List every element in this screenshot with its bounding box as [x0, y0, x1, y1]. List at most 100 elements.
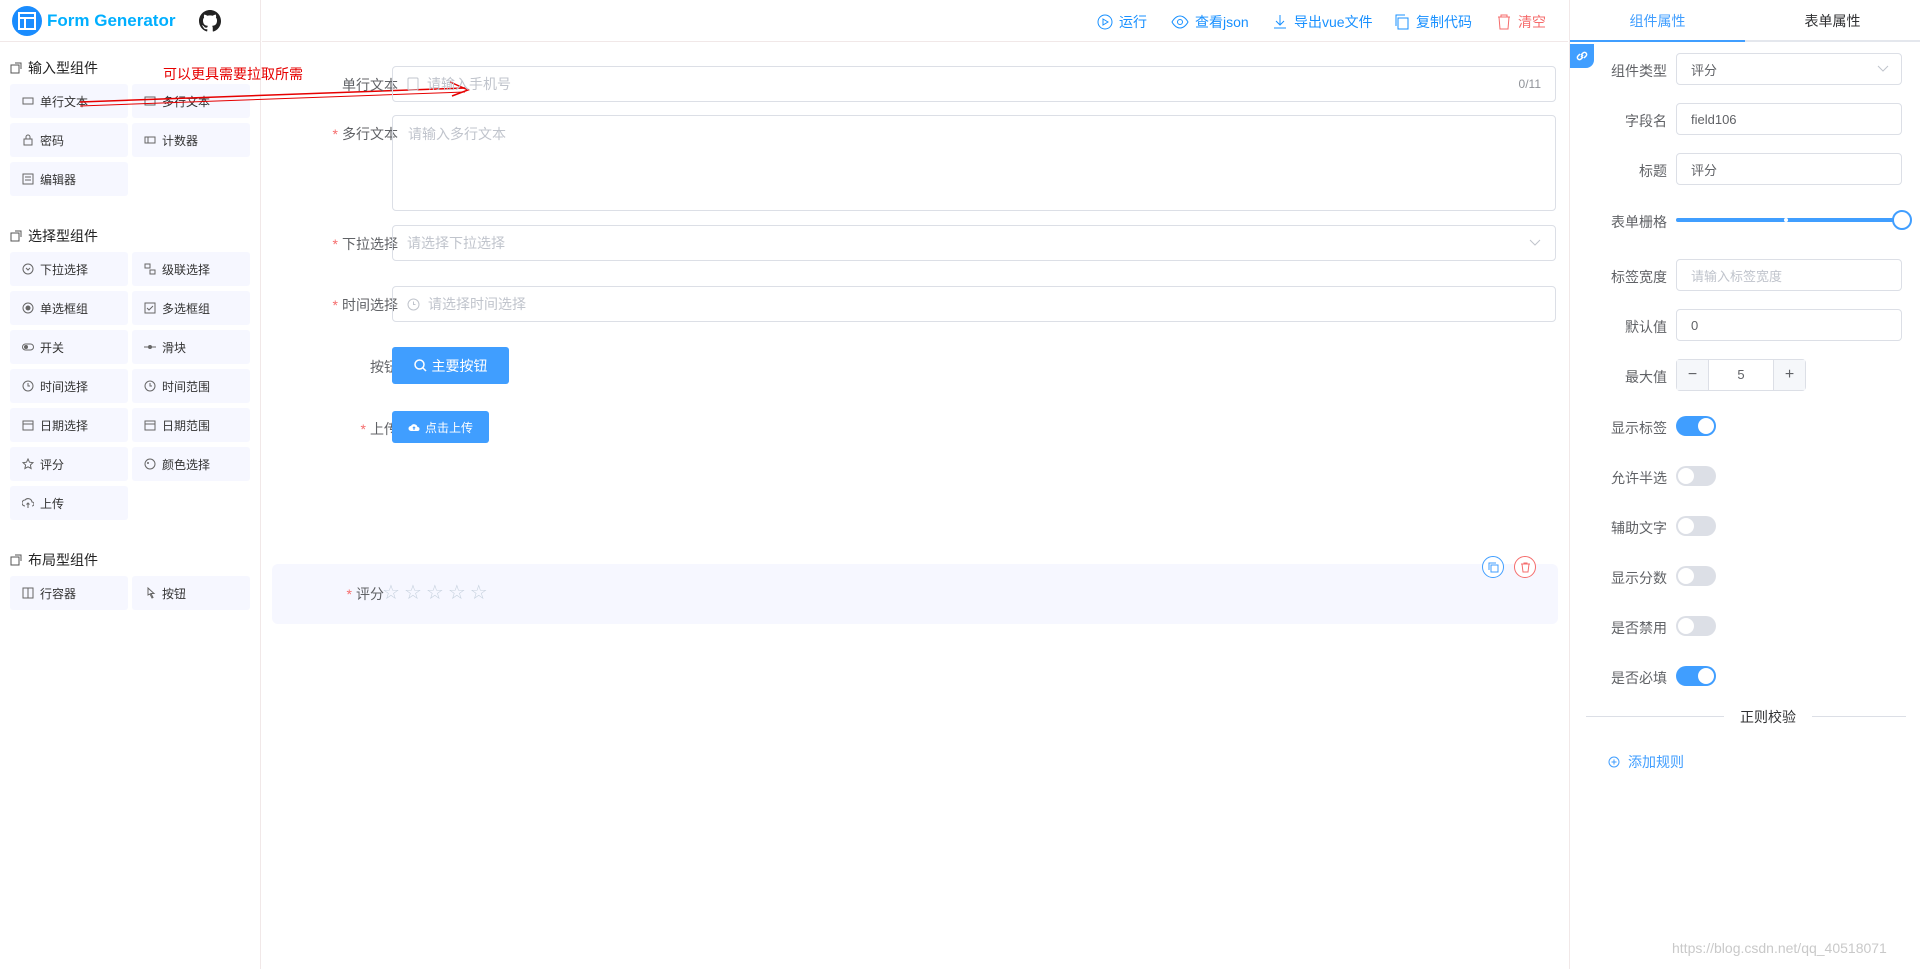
trash-icon	[1498, 14, 1510, 30]
regex-title: 正则校验	[1724, 707, 1812, 727]
component-type-select[interactable]: 评分	[1676, 53, 1902, 85]
title-input[interactable]: 评分	[1676, 153, 1902, 185]
time-picker[interactable]: 请选择时间选择	[392, 286, 1556, 322]
copy-code-button[interactable]: 复制代码	[1394, 12, 1472, 32]
palette-item-label: 密码	[40, 133, 65, 148]
github-icon[interactable]	[199, 9, 222, 32]
phone-input[interactable]: 请输入手机号 0/11	[392, 66, 1556, 102]
palette-item-date-range[interactable]: 日期范围	[132, 408, 250, 442]
copy-icon	[1488, 562, 1498, 572]
palette-item-select[interactable]: 下拉选择	[10, 252, 128, 286]
star-icon[interactable]: ☆	[404, 580, 422, 605]
multi-line-textarea[interactable]: 请输入多行文本	[392, 115, 1556, 211]
toggle-switch[interactable]	[1676, 416, 1716, 436]
trash-icon	[1520, 562, 1530, 572]
tab-form-props[interactable]: 表单属性	[1745, 0, 1920, 40]
char-counter: 0/11	[1518, 77, 1541, 91]
upload-button[interactable]: 点击上传	[392, 411, 489, 443]
star-icon[interactable]: ☆	[426, 580, 444, 605]
form-item-upload: * 上传 点击上传	[272, 411, 1558, 443]
form-item-single-line: 单行文本 请输入手机号 0/11	[272, 66, 1558, 102]
checkbox-icon	[144, 302, 156, 314]
tab-component-props[interactable]: 组件属性	[1570, 0, 1745, 42]
form-item-rate-active[interactable]: * 评分 ☆ ☆ ☆ ☆ ☆	[272, 556, 1558, 624]
logo-icon	[12, 5, 42, 36]
view-json-button[interactable]: 查看json	[1171, 12, 1249, 32]
time-label: * 时间选择	[332, 297, 398, 313]
chevron-down-icon	[1529, 239, 1541, 246]
counter-icon	[144, 136, 156, 144]
palette-item-row[interactable]: 行容器	[10, 576, 128, 610]
max-value-display[interactable]: 5	[1709, 360, 1773, 390]
time-placeholder: 请选择时间选择	[428, 296, 526, 312]
toggle-switch[interactable]	[1676, 616, 1716, 636]
star-icon	[22, 458, 34, 470]
palette-item-slider[interactable]: 滑块	[132, 330, 250, 364]
palette-item-rate[interactable]: 评分	[10, 447, 128, 481]
select-placeholder: 请选择下拉选择	[407, 235, 505, 251]
prop-switch-row: 显示标签	[1570, 410, 1920, 442]
row-container-icon	[22, 587, 34, 599]
cloud-upload-icon	[408, 424, 420, 431]
toggle-switch[interactable]	[1676, 516, 1716, 536]
copy-item-button[interactable]	[1482, 556, 1504, 578]
palette-item-label: 颜色选择	[162, 457, 211, 472]
view-json-label: 查看json	[1195, 14, 1249, 30]
rate-stars[interactable]: ☆ ☆ ☆ ☆ ☆	[382, 580, 488, 605]
mobile-icon	[407, 77, 419, 91]
palette-item-radio[interactable]: 单选框组	[10, 291, 128, 325]
panel-tabs: 组件属性 表单属性	[1570, 0, 1920, 42]
palette-item-upload[interactable]: 上传	[10, 486, 128, 520]
star-icon[interactable]: ☆	[382, 580, 400, 605]
calendar-icon	[22, 420, 34, 431]
palette-item-counter[interactable]: 计数器	[132, 123, 250, 157]
field-name-input[interactable]: field106	[1676, 103, 1902, 135]
star-icon[interactable]: ☆	[448, 580, 466, 605]
star-icon[interactable]: ☆	[470, 580, 488, 605]
toggle-switch[interactable]	[1676, 466, 1716, 486]
export-vue-button[interactable]: 导出vue文件	[1272, 12, 1373, 32]
primary-button[interactable]: 主要按钮	[392, 347, 509, 384]
palette-item-date[interactable]: 日期选择	[10, 408, 128, 442]
palette-item-checkbox[interactable]: 多选框组	[132, 291, 250, 325]
run-button[interactable]: 运行	[1097, 12, 1147, 32]
add-rule-button[interactable]: 添加规则	[1608, 752, 1684, 772]
palette-item-time-range[interactable]: 时间范围	[132, 369, 250, 403]
form-item-button: 按钮 主要按钮	[272, 347, 1558, 384]
label-width-input[interactable]: 请输入标签宽度	[1676, 259, 1902, 291]
grid-slider-fill	[1676, 218, 1902, 222]
palette-item-cascader[interactable]: 级联选择	[132, 252, 250, 286]
prop-switch-row: 显示分数	[1570, 560, 1920, 592]
grid-slider-handle[interactable]	[1892, 210, 1912, 230]
input-icon	[22, 97, 34, 105]
palette-item-editor[interactable]: 编辑器	[10, 162, 128, 196]
multi-line-label-text: 多行文本	[342, 126, 398, 142]
dropdown-select[interactable]: 请选择下拉选择	[392, 225, 1556, 261]
plus-circle-icon	[1608, 756, 1620, 768]
prop-switch-row: 允许半选	[1570, 460, 1920, 492]
prop-switch-row: 是否禁用	[1570, 610, 1920, 642]
palette-item-button[interactable]: 按钮	[132, 576, 250, 610]
editor-icon	[22, 173, 34, 185]
toggle-knob	[1698, 418, 1714, 434]
decrement-button[interactable]: −	[1677, 360, 1709, 390]
palette-item-label: 按钮	[162, 586, 187, 601]
max-value-stepper[interactable]: − 5 +	[1676, 359, 1806, 391]
component-category-icon	[10, 554, 22, 566]
palette-item-label: 开关	[40, 340, 65, 355]
grid-slider[interactable]	[1676, 210, 1912, 230]
component-category-icon	[10, 62, 22, 74]
regex-divider: 正则校验	[1586, 707, 1906, 727]
toggle-switch[interactable]	[1676, 566, 1716, 586]
search-icon	[413, 359, 427, 372]
palette-item-password[interactable]: 密码	[10, 123, 128, 157]
increment-button[interactable]: +	[1773, 360, 1805, 390]
toggle-switch[interactable]	[1676, 666, 1716, 686]
default-value-input[interactable]: 0	[1676, 309, 1902, 341]
palette-item-color[interactable]: 颜色选择	[132, 447, 250, 481]
category-layout: 布局型组件	[10, 550, 98, 570]
clear-button[interactable]: 清空	[1496, 12, 1546, 32]
palette-item-switch[interactable]: 开关	[10, 330, 128, 364]
palette-item-time[interactable]: 时间选择	[10, 369, 128, 403]
delete-item-button[interactable]	[1514, 556, 1536, 578]
